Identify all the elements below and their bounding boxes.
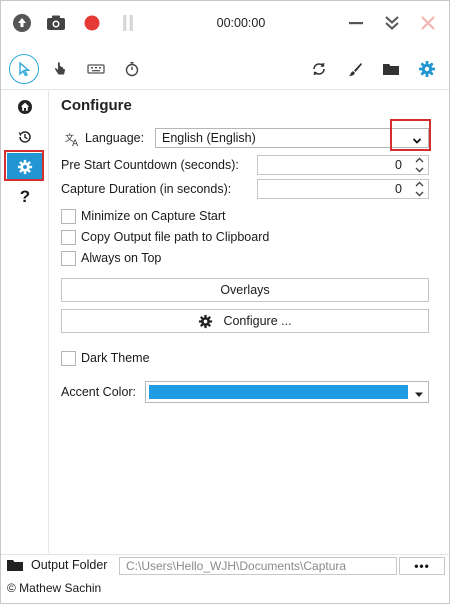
checkbox-box[interactable] — [61, 251, 76, 266]
chevron-down-icon — [414, 388, 424, 402]
gear-icon — [17, 159, 33, 175]
chevron-up-icon[interactable] — [415, 181, 424, 187]
collapse-icon[interactable] — [381, 12, 403, 34]
record-icon[interactable] — [81, 12, 103, 34]
chevron-up-icon[interactable] — [415, 157, 424, 163]
sidebar-item-settings[interactable] — [7, 153, 43, 181]
chevron-down-icon — [412, 134, 422, 148]
accent-color-picker[interactable] — [145, 381, 429, 403]
language-label: Language: — [85, 131, 145, 145]
configure-button[interactable]: Configure ... — [61, 309, 429, 333]
countdown-stepper[interactable] — [413, 157, 425, 173]
language-select[interactable]: English (English) — [155, 128, 429, 148]
timer-display: 00:00:00 — [216, 16, 266, 30]
refresh-icon[interactable] — [305, 55, 333, 83]
checkbox-box[interactable] — [61, 209, 76, 224]
always-on-top-checkbox[interactable]: Always on Top — [61, 250, 361, 268]
checkbox-label: Copy Output file path to Clipboard — [81, 230, 270, 244]
svg-text:A: A — [72, 139, 79, 147]
help-icon[interactable]: ? — [7, 183, 43, 211]
countdown-value: 0 — [395, 158, 402, 172]
cloud-upload-icon[interactable] — [11, 12, 33, 34]
copy-path-checkbox[interactable]: Copy Output file path to Clipboard — [61, 229, 361, 247]
close-icon[interactable] — [417, 12, 439, 34]
app-window: 00:00:00 ? Configure 文 A Language: Engli… — [0, 0, 450, 604]
gear-icon — [199, 314, 213, 328]
copyright-text: © Mathew Sachin — [7, 581, 102, 595]
output-folder-label[interactable]: Output Folder — [31, 558, 107, 572]
pointer-icon[interactable] — [9, 54, 39, 84]
chevron-down-icon[interactable] — [415, 191, 424, 197]
checkbox-label: Always on Top — [81, 251, 162, 265]
language-value: English (English) — [162, 131, 256, 145]
stopwatch-icon[interactable] — [118, 55, 146, 83]
minimize-icon[interactable] — [345, 12, 367, 34]
history-icon[interactable] — [7, 123, 43, 151]
folder-icon[interactable] — [377, 55, 405, 83]
minimize-on-start-checkbox[interactable]: Minimize on Capture Start — [61, 208, 361, 226]
checkbox-label: Dark Theme — [81, 351, 150, 365]
countdown-label: Pre Start Countdown (seconds): — [61, 158, 239, 172]
page-title: Configure — [61, 97, 132, 114]
overlays-button-label: Overlays — [220, 283, 270, 297]
folder-icon — [6, 558, 24, 576]
translate-icon: 文A — [65, 131, 81, 149]
duration-stepper[interactable] — [413, 181, 425, 197]
footer-bar: Output Folder C:\Users\Hello_WJH\Documen… — [1, 554, 449, 576]
dark-theme-checkbox[interactable]: Dark Theme — [61, 350, 261, 368]
checkbox-label: Minimize on Capture Start — [81, 209, 226, 223]
duration-label: Capture Duration (in seconds): — [61, 182, 232, 196]
overlays-button[interactable]: Overlays — [61, 278, 429, 302]
duration-input[interactable]: 0 — [257, 179, 429, 199]
toolbar — [1, 49, 449, 89]
pause-icon[interactable] — [117, 12, 139, 34]
camera-icon[interactable] — [45, 12, 67, 34]
accent-color-label: Accent Color: — [61, 385, 137, 399]
duration-value: 0 — [395, 182, 402, 196]
title-bar: 00:00:00 — [1, 1, 449, 45]
configure-button-label: Configure ... — [223, 314, 292, 328]
browse-folder-button[interactable]: ••• — [399, 557, 445, 575]
keyboard-icon[interactable] — [82, 55, 110, 83]
chevron-down-icon[interactable] — [415, 167, 424, 173]
gear-icon[interactable] — [413, 55, 441, 83]
toolbar-divider — [1, 89, 449, 90]
countdown-input[interactable]: 0 — [257, 155, 429, 175]
checkbox-box[interactable] — [61, 230, 76, 245]
hand-click-icon[interactable] — [46, 55, 74, 83]
sidebar: ? — [1, 91, 49, 553]
checkbox-box[interactable] — [61, 351, 76, 366]
output-path-field[interactable]: C:\Users\Hello_WJH\Documents\Captura — [119, 557, 397, 575]
home-icon[interactable] — [7, 93, 43, 121]
accent-color-swatch — [149, 385, 408, 399]
brush-icon[interactable] — [341, 55, 369, 83]
